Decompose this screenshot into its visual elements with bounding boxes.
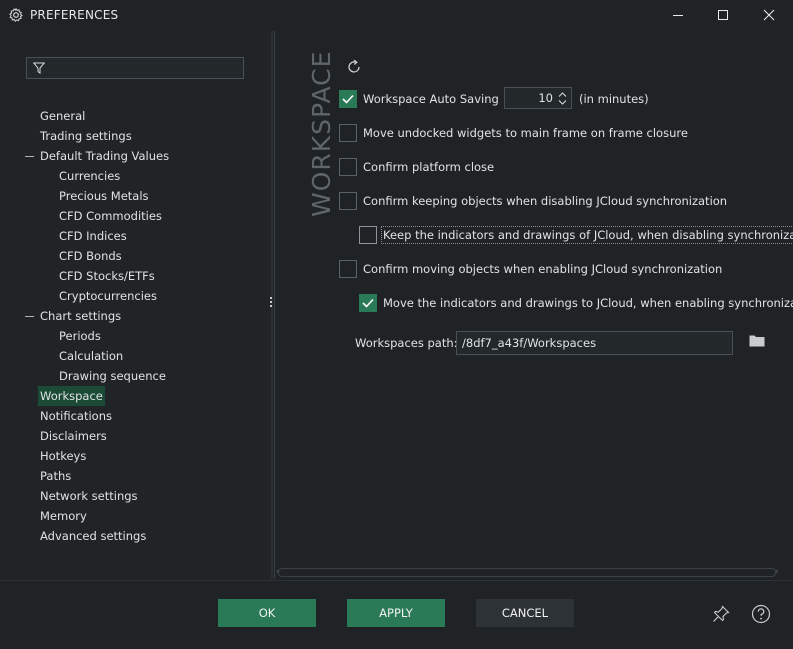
folder-icon[interactable] <box>749 334 765 350</box>
section-title: WORKSPACE <box>275 31 336 231</box>
horizontal-scrollbar[interactable] <box>278 568 776 577</box>
option-checkbox[interactable] <box>359 226 377 244</box>
spinner-arrows-icon[interactable] <box>558 91 567 106</box>
option-checkbox[interactable] <box>339 192 357 210</box>
tree-item[interactable]: Workspace <box>38 386 105 406</box>
maximize-button[interactable] <box>700 0 746 30</box>
collapse-icon[interactable] <box>25 316 34 317</box>
search-input[interactable] <box>26 57 244 79</box>
minimize-icon <box>673 15 683 16</box>
tree-item[interactable]: Currencies <box>59 166 120 186</box>
filter-icon <box>33 62 45 74</box>
pin-icon[interactable] <box>712 605 730 626</box>
tree-item[interactable]: Notifications <box>40 406 112 426</box>
option-label: Move the indicators and drawings to JClo… <box>383 296 793 310</box>
dialog-footer: OK APPLY CANCEL <box>0 580 793 649</box>
tree-item[interactable]: Default Trading Values <box>40 146 169 166</box>
minutes-value[interactable]: 10 <box>538 91 553 105</box>
splitter-handle-icon[interactable] <box>270 297 273 311</box>
minutes-unit-label: (in minutes) <box>579 92 649 106</box>
tree-item[interactable]: Precious Metals <box>59 186 149 206</box>
tree-item[interactable]: Advanced settings <box>40 526 146 546</box>
auto-saving-label: Workspace Auto Saving <box>363 92 499 106</box>
option-checkbox[interactable] <box>339 124 357 142</box>
window-title: PREFERENCES <box>30 8 119 22</box>
scroll-right-icon[interactable]: › <box>775 567 779 577</box>
option-label: Confirm moving objects when enabling JCl… <box>363 262 723 276</box>
check-icon <box>362 298 374 308</box>
cancel-button[interactable]: CANCEL <box>476 599 574 627</box>
option-checkbox[interactable] <box>339 158 357 176</box>
settings-nav-panel: General Trading settings Default Trading V… <box>1 31 271 579</box>
check-icon <box>342 94 354 104</box>
tree-item[interactable]: Network settings <box>40 486 138 506</box>
reset-icon[interactable] <box>346 59 362 78</box>
auto-saving-checkbox[interactable] <box>339 90 357 108</box>
tree-item[interactable]: Calculation <box>59 346 123 366</box>
tree-item[interactable]: Disclaimers <box>40 426 107 446</box>
workspaces-path-input[interactable]: /8df7_a43f/Workspaces <box>456 331 733 355</box>
tree-item[interactable]: Drawing sequence <box>59 366 166 386</box>
option-checkbox[interactable] <box>339 260 357 278</box>
tree-item[interactable]: Paths <box>40 466 71 486</box>
option-label: Keep the indicators and drawings of JClo… <box>380 226 793 244</box>
option-label: Confirm keeping objects when disabling J… <box>363 194 728 208</box>
option-label: Move undocked widgets to main frame on f… <box>363 126 688 140</box>
tree-item[interactable]: Chart settings <box>40 306 121 326</box>
help-icon[interactable] <box>751 604 771 627</box>
close-button[interactable] <box>746 0 792 30</box>
close-icon <box>763 9 775 21</box>
option-label: Confirm platform close <box>363 160 495 174</box>
title-bar: PREFERENCES <box>0 0 793 30</box>
tree-item[interactable]: Periods <box>59 326 101 346</box>
tree-item[interactable]: Trading settings <box>40 126 132 146</box>
gear-icon <box>9 7 23 22</box>
tree-item[interactable]: General <box>40 106 85 126</box>
workspaces-path-value[interactable]: /8df7_a43f/Workspaces <box>462 336 596 350</box>
tree-item[interactable]: CFD Stocks/ETFs <box>59 266 155 286</box>
tree-item[interactable]: Hotkeys <box>40 446 86 466</box>
collapse-icon[interactable] <box>25 156 34 157</box>
apply-button[interactable]: APPLY <box>347 599 445 627</box>
tree-item[interactable]: CFD Indices <box>59 226 127 246</box>
option-checkbox[interactable] <box>359 294 377 312</box>
workspace-settings-panel: WORKSPACE Workspace Auto Saving 10 (in m… <box>275 31 793 579</box>
tree-item[interactable]: CFD Commodities <box>59 206 162 226</box>
tree-item[interactable]: CFD Bonds <box>59 246 122 266</box>
section-title-text: WORKSPACE <box>307 50 336 217</box>
tree-item[interactable]: Cryptocurrencies <box>59 286 157 306</box>
ok-button[interactable]: OK <box>218 599 316 627</box>
minimize-button[interactable] <box>655 0 701 30</box>
workspaces-path-label: Workspaces path: <box>355 336 458 350</box>
tree-item[interactable]: Memory <box>40 506 87 526</box>
auto-saving-minutes-spinner[interactable]: 10 <box>504 87 572 109</box>
maximize-icon <box>718 10 728 20</box>
